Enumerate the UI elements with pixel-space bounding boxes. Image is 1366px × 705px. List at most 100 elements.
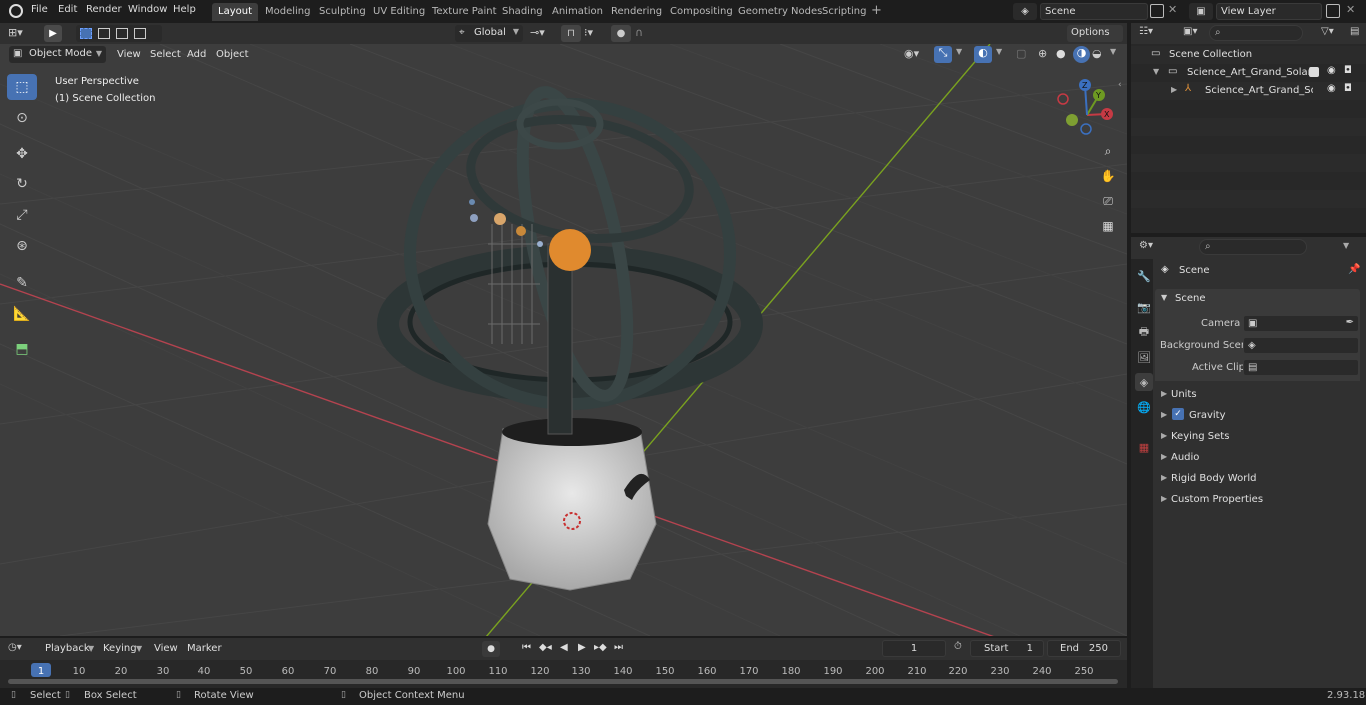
scale-tool-icon[interactable]: ⤢: [7, 202, 37, 228]
select-extend-icon[interactable]: [98, 28, 110, 39]
select-subtract-icon[interactable]: [116, 28, 128, 39]
blender-logo-icon[interactable]: [9, 4, 23, 18]
jump-end-icon[interactable]: ⏭: [614, 642, 623, 653]
stopwatch-icon[interactable]: ⏱: [954, 641, 962, 652]
gravity-checkbox[interactable]: ✓: [1172, 408, 1184, 420]
play-icon[interactable]: ▶: [578, 642, 586, 653]
wireframe-shading-icon[interactable]: ⊕: [1038, 47, 1047, 60]
cursor-tool-icon[interactable]: ⊙: [7, 105, 37, 131]
tab-animation[interactable]: Animation: [546, 3, 609, 21]
menu-file[interactable]: File: [31, 4, 48, 15]
solid-shading-icon[interactable]: ●: [1056, 47, 1066, 60]
end-frame-field[interactable]: End 250: [1047, 640, 1121, 657]
tab-scripting[interactable]: Scripting: [816, 3, 872, 21]
planet-3[interactable]: [470, 214, 478, 222]
current-frame-field[interactable]: 1: [882, 640, 946, 657]
close-view-layer-icon[interactable]: ✕: [1346, 3, 1355, 16]
menu-object[interactable]: Object: [216, 49, 249, 60]
outliner-search-input[interactable]: ⌕: [1209, 25, 1303, 41]
proportional-edit-icon[interactable]: ●: [611, 25, 631, 42]
menu-help[interactable]: Help: [173, 4, 196, 15]
pan-hand-icon[interactable]: ✋: [1098, 166, 1118, 186]
menu-view[interactable]: View: [117, 49, 141, 60]
marble-base[interactable]: [487, 428, 657, 591]
camera-render-icon[interactable]: ◘: [1344, 83, 1352, 94]
menu-select[interactable]: Select: [150, 49, 181, 60]
view-layer-tab-icon[interactable]: 🖼: [1135, 348, 1153, 366]
render-tab-icon[interactable]: 📷: [1135, 298, 1153, 316]
subpanel-audio[interactable]: ▶ Audio: [1155, 448, 1360, 466]
select-box-tool-icon[interactable]: ⬚: [7, 74, 37, 100]
keying-dropdown[interactable]: Keying ▼: [96, 641, 146, 657]
menu-render[interactable]: Render: [86, 4, 122, 15]
tab-sculpting[interactable]: Sculpting: [313, 3, 372, 21]
camera-render-icon[interactable]: ◘: [1344, 65, 1352, 76]
output-tab-icon[interactable]: 🖶: [1135, 323, 1153, 341]
view-layer-selector-icon[interactable]: ▣: [1189, 3, 1213, 20]
annotate-tool-icon[interactable]: ✎: [7, 270, 37, 296]
visibility-icon[interactable]: ◉▾: [904, 47, 919, 60]
jump-start-icon[interactable]: ⏮: [522, 642, 531, 653]
texture-tab-icon[interactable]: ▦: [1135, 438, 1153, 456]
options-button[interactable]: Options: [1067, 25, 1123, 42]
expand-arrow-icon[interactable]: ▼: [1153, 67, 1159, 76]
play-reverse-icon[interactable]: ◀: [560, 642, 568, 653]
menu-add[interactable]: Add: [187, 49, 206, 60]
tab-compositing[interactable]: Compositing: [664, 3, 739, 21]
active-clip-field[interactable]: ▤: [1243, 359, 1359, 376]
timeline-menu-view[interactable]: View: [154, 643, 178, 654]
expand-arrow-icon[interactable]: ▶: [1171, 85, 1177, 94]
eyedropper-icon[interactable]: ✒: [1346, 317, 1354, 328]
tool-select-icon[interactable]: ▶: [44, 25, 62, 42]
tab-layout[interactable]: Layout: [212, 3, 258, 21]
tab-shading[interactable]: Shading: [496, 3, 549, 21]
new-collection-icon[interactable]: ▤: [1350, 26, 1359, 37]
orientation-dropdown[interactable]: ⌖ Global ▼: [455, 25, 523, 42]
rendered-shading-icon[interactable]: ◒: [1092, 47, 1102, 60]
tool-tab-icon[interactable]: 🔧: [1135, 267, 1153, 285]
eye-icon[interactable]: ◉: [1327, 65, 1336, 76]
scene-name-field[interactable]: Scene: [1040, 3, 1148, 20]
gizmo-toggle-icon[interactable]: ⤡: [934, 46, 952, 63]
solar-system-model[interactable]: [377, 84, 763, 591]
world-tab-icon[interactable]: 🌐: [1135, 398, 1153, 416]
background-scene-field[interactable]: ◈: [1243, 337, 1359, 354]
properties-search-input[interactable]: ⌕: [1199, 239, 1307, 255]
new-scene-icon[interactable]: [1150, 4, 1164, 18]
zoom-icon[interactable]: ⌕: [1098, 141, 1118, 161]
perspective-toggle-icon[interactable]: ▦: [1098, 216, 1118, 236]
xray-icon[interactable]: ▢: [1016, 47, 1026, 60]
camera-view-icon[interactable]: ⎚: [1098, 191, 1118, 211]
new-view-layer-icon[interactable]: [1326, 4, 1340, 18]
outliner-row-object[interactable]: ▶ ⅄ Science_Art_Grand_Solar ◉ ◘: [1131, 82, 1366, 100]
add-cube-tool-icon[interactable]: ⬒: [7, 336, 37, 362]
sun[interactable]: [549, 229, 591, 271]
start-frame-field[interactable]: Start 1: [970, 640, 1044, 657]
pivot-point-icon[interactable]: ⊸▾: [530, 26, 545, 39]
outliner-row-root[interactable]: ▭ Scene Collection: [1131, 46, 1366, 64]
subpanel-custom-properties[interactable]: ▶ Custom Properties: [1155, 490, 1360, 508]
tab-texture-paint[interactable]: Texture Paint: [426, 3, 503, 21]
tab-uv-editing[interactable]: UV Editing: [367, 3, 431, 21]
navigation-gizmo[interactable]: X Y Z: [1055, 77, 1125, 147]
outliner-editor-icon[interactable]: ☷▾: [1139, 26, 1153, 37]
pin-icon[interactable]: 📌: [1348, 264, 1360, 275]
outliner-row-collection[interactable]: ▼ ▭ Science_Art_Grand_Solar_Sys ◉ ◘: [1131, 64, 1366, 82]
sidebar-toggle-icon[interactable]: ‹: [1118, 80, 1122, 90]
editor-type-icon[interactable]: ⊞▾: [8, 26, 34, 41]
filter-icon[interactable]: ▽▾: [1321, 26, 1334, 37]
menu-window[interactable]: Window: [128, 4, 167, 15]
select-invert-icon[interactable]: [134, 28, 146, 39]
subpanel-rigid-body[interactable]: ▶ Rigid Body World: [1155, 469, 1360, 487]
scene-panel-header[interactable]: ▼ Scene: [1155, 289, 1360, 307]
scene-selector-icon[interactable]: ◈: [1013, 3, 1037, 20]
menu-edit[interactable]: Edit: [58, 4, 77, 15]
prev-keyframe-icon[interactable]: ◆◂: [539, 642, 552, 653]
object-mode-dropdown[interactable]: ▣ Object Mode ▼: [9, 46, 106, 63]
add-workspace-button[interactable]: +: [871, 3, 882, 18]
record-button-icon[interactable]: ●: [482, 641, 500, 657]
camera-field[interactable]: ▣ ✒: [1243, 315, 1359, 332]
planet-5[interactable]: [469, 199, 475, 205]
next-keyframe-icon[interactable]: ▸◆: [594, 642, 607, 653]
timeline-editor-icon[interactable]: ◷▾: [8, 642, 22, 653]
